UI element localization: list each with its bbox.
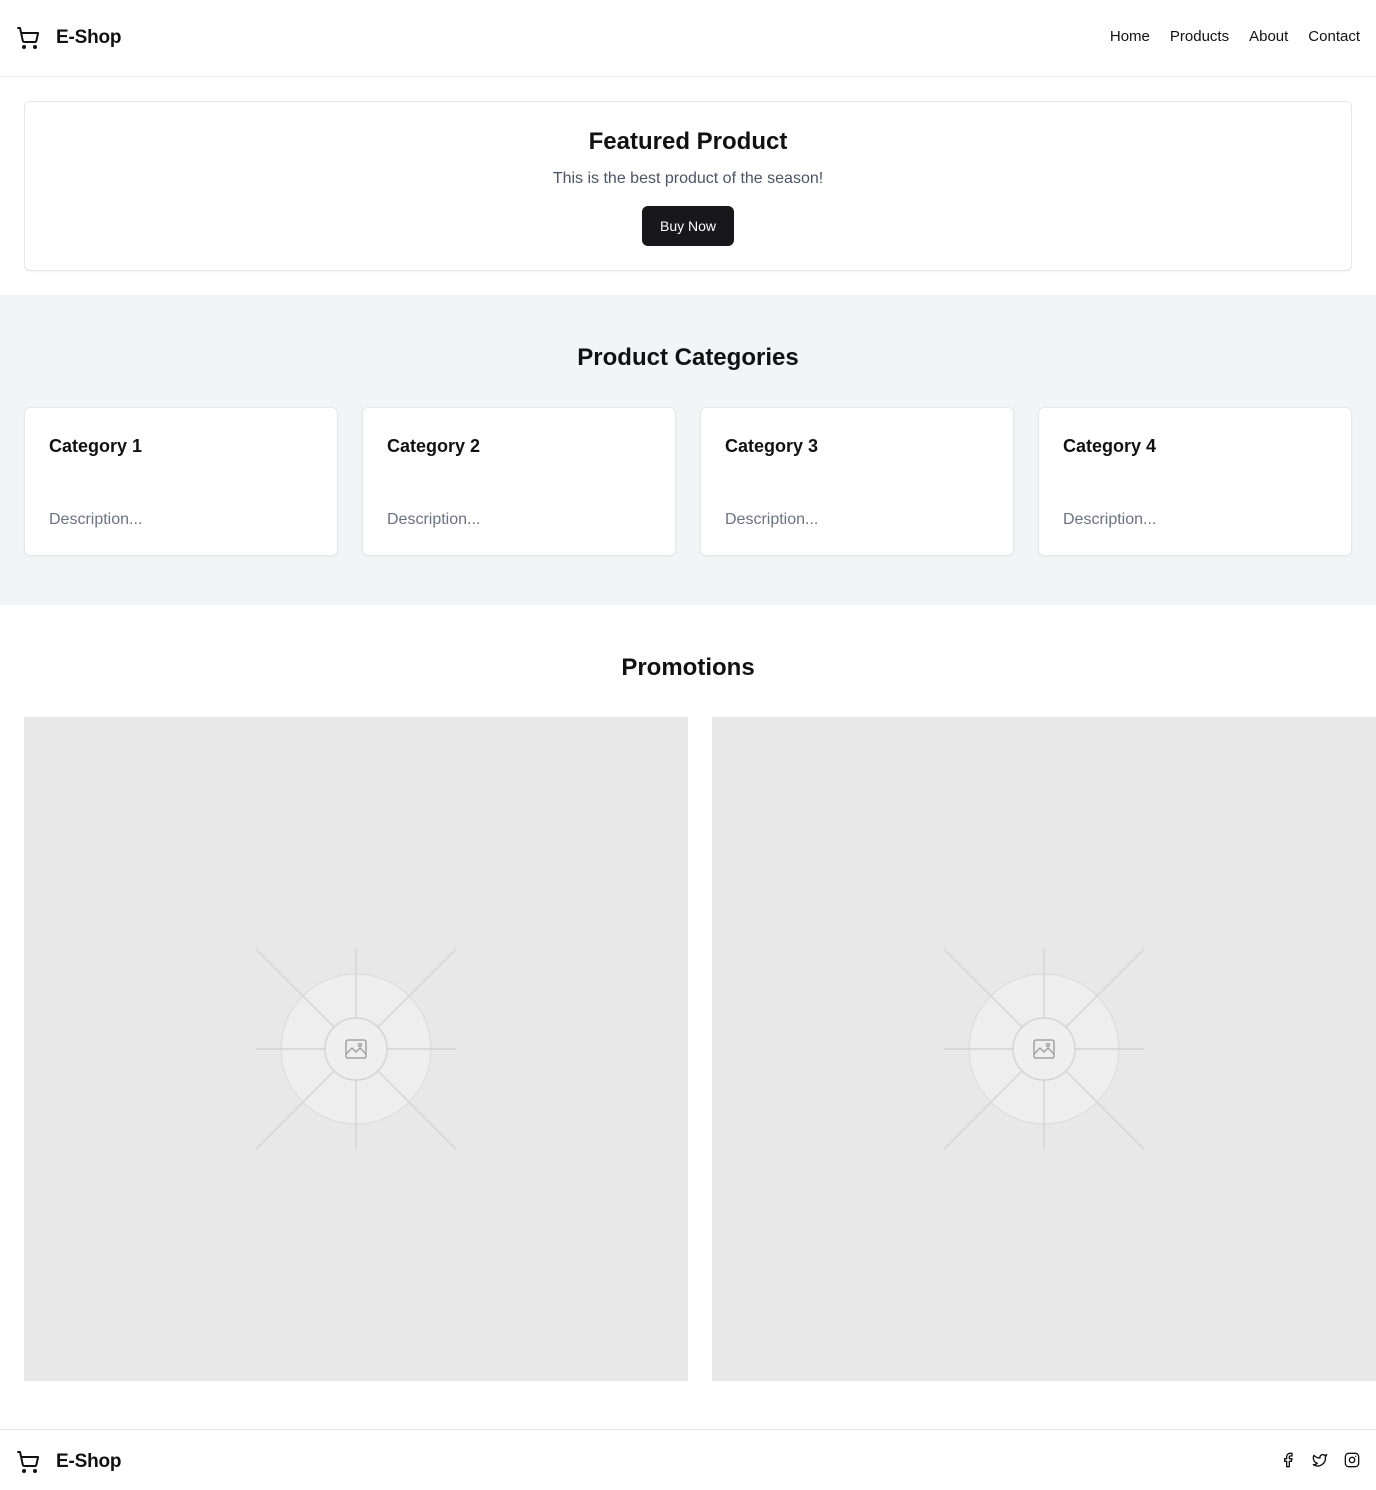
facebook-icon[interactable] [1280,1451,1296,1469]
category-description: Description... [725,511,819,528]
site-header: E-Shop Home Products About Contact [0,0,1376,77]
promotions-title: Promotions [621,654,755,681]
nav-products[interactable]: Products [1170,28,1229,45]
category-description: Description... [387,511,481,528]
shopping-cart-icon [16,26,40,50]
product-categories-section: Product Categories Category 1 Descriptio… [0,295,1376,605]
category-name: Category 4 [1063,436,1157,456]
brand[interactable]: E-Shop [16,24,121,52]
category-card[interactable]: Category 3 Description... [700,407,1014,556]
promotion-image[interactable] [712,717,1376,1381]
instagram-icon[interactable] [1344,1451,1360,1469]
categories-title: Product Categories [577,344,799,371]
site-footer: E-Shop [0,1429,1376,1490]
category-description: Description... [49,511,143,528]
featured-product-card: Featured Product This is the best produc… [24,101,1352,271]
category-description: Description... [1063,511,1157,528]
footer-brand-name: E-Shop [56,1451,122,1472]
main-nav: Home Products About Contact [1110,28,1360,45]
nav-about[interactable]: About [1249,28,1288,45]
social-links [1280,1451,1360,1469]
category-card[interactable]: Category 1 Description... [24,407,338,556]
buy-now-button[interactable]: Buy Now [642,206,734,246]
promotion-image[interactable] [24,717,688,1381]
nav-home[interactable]: Home [1110,28,1150,45]
twitter-icon[interactable] [1312,1451,1328,1469]
brand-name: E-Shop [56,27,122,48]
category-card[interactable]: Category 2 Description... [362,407,676,556]
category-name: Category 3 [725,436,819,456]
category-name: Category 2 [387,436,481,456]
category-name: Category 1 [49,436,143,456]
image-placeholder-icon [943,948,1145,1150]
featured-title: Featured Product [588,128,788,155]
featured-subtitle: This is the best product of the season! [552,170,824,187]
image-placeholder-icon [255,948,457,1150]
shopping-cart-icon [16,1450,40,1474]
category-card[interactable]: Category 4 Description... [1038,407,1352,556]
footer-brand[interactable]: E-Shop [16,1448,121,1476]
nav-contact[interactable]: Contact [1308,28,1360,45]
